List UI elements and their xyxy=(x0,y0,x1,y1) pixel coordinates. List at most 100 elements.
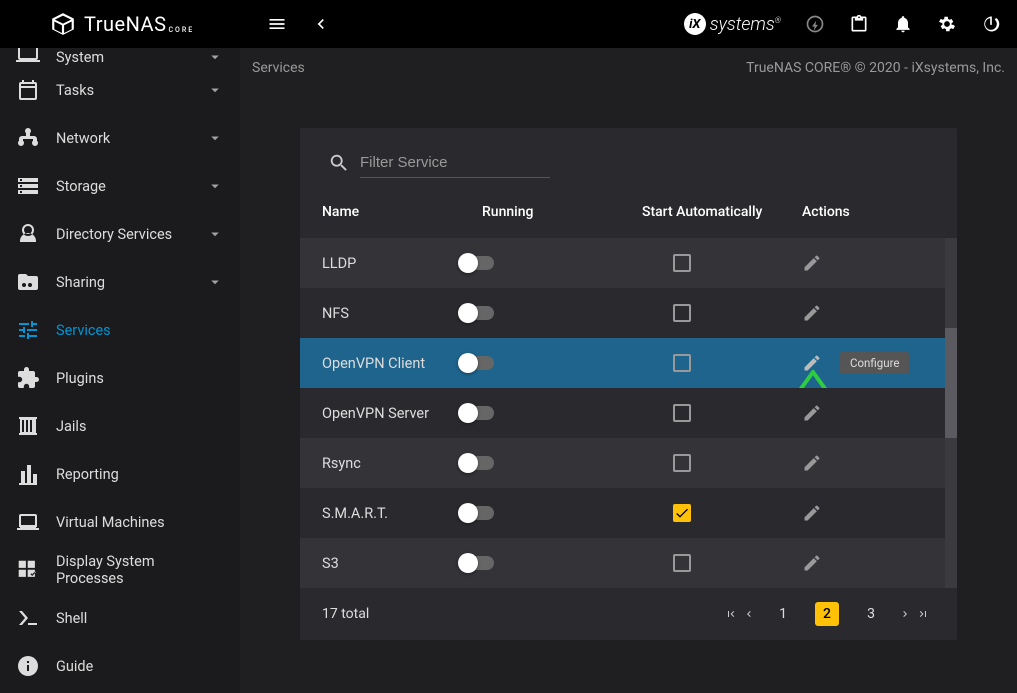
chart-icon xyxy=(16,462,40,486)
chevron-down-icon xyxy=(206,225,224,243)
edit-icon[interactable] xyxy=(802,403,822,423)
sidebar-item-label: Guide xyxy=(56,658,224,675)
table-row[interactable]: OpenVPN Client Configure xyxy=(300,338,957,388)
running-toggle[interactable] xyxy=(460,456,494,470)
network-icon xyxy=(16,126,40,150)
sidebar-item-label: Services xyxy=(56,322,224,339)
running-toggle[interactable] xyxy=(460,406,494,420)
page-title: Services xyxy=(252,60,305,76)
table-row[interactable]: S3 xyxy=(300,538,957,588)
edit-icon[interactable] xyxy=(802,453,822,473)
pager-first-icon[interactable] xyxy=(725,608,737,620)
table-row[interactable]: NFS xyxy=(300,288,957,338)
header-actions: Actions xyxy=(780,204,957,220)
pager-prev-icon[interactable] xyxy=(743,608,755,620)
autostart-checkbox[interactable] xyxy=(673,504,691,522)
running-toggle[interactable] xyxy=(460,306,494,320)
running-toggle[interactable] xyxy=(460,506,494,520)
logo: TrueNAS CORE xyxy=(0,11,240,37)
autostart-checkbox[interactable] xyxy=(673,554,691,572)
status-icon[interactable] xyxy=(805,14,825,34)
tune-icon xyxy=(16,318,40,342)
ixsystems-logo[interactable]: iXsystems® xyxy=(684,13,781,35)
shell-icon xyxy=(16,606,40,630)
topbar: TrueNAS CORE iXsystems® xyxy=(0,0,1017,48)
sidebar-item-label: Directory Services xyxy=(56,226,206,243)
running-toggle[interactable] xyxy=(460,256,494,270)
table-row[interactable]: S.M.A.R.T. xyxy=(300,488,957,538)
pager: 17 total 123 xyxy=(300,588,957,640)
sidebar-item-label: Storage xyxy=(56,178,206,195)
sidebar-item-label: Sharing xyxy=(56,274,206,291)
table-body: LLDP NFS OpenVPN Client xyxy=(300,238,957,588)
sidebar-item-jails[interactable]: Jails xyxy=(0,402,240,450)
table-row[interactable]: Rsync xyxy=(300,438,957,488)
computer-icon xyxy=(16,48,40,66)
sidebar-item-network[interactable]: Network xyxy=(0,114,240,162)
sidebar-item-storage[interactable]: Storage xyxy=(0,162,240,210)
pager-total: 17 total xyxy=(322,606,369,622)
calendar-icon xyxy=(16,78,40,102)
directory-icon xyxy=(16,222,40,246)
pager-next-icon[interactable] xyxy=(899,608,911,620)
sidebar-item-sharing[interactable]: Sharing xyxy=(0,258,240,306)
logo-icon xyxy=(50,11,76,37)
sidebar-item-label: System xyxy=(56,49,206,66)
autostart-checkbox[interactable] xyxy=(673,354,691,372)
logo-text: TrueNAS xyxy=(84,12,166,36)
autostart-checkbox[interactable] xyxy=(673,454,691,472)
service-name: OpenVPN Server xyxy=(300,405,460,422)
edit-icon[interactable] xyxy=(802,303,822,323)
sidebar-item-directory-services[interactable]: Directory Services xyxy=(0,210,240,258)
sidebar-item-reporting[interactable]: Reporting xyxy=(0,450,240,498)
service-name: LLDP xyxy=(300,255,460,272)
table-row[interactable]: LLDP xyxy=(300,238,957,288)
pager-last-icon[interactable] xyxy=(917,608,929,620)
edit-icon[interactable] xyxy=(802,253,822,273)
configure-tooltip: Configure xyxy=(840,352,909,374)
service-name: OpenVPN Client xyxy=(300,355,460,372)
sidebar-item-label: Shell xyxy=(56,610,224,627)
sidebar-item-guide[interactable]: Guide xyxy=(0,642,240,690)
storage-icon xyxy=(16,174,40,198)
back-icon[interactable] xyxy=(311,14,331,34)
share-icon xyxy=(16,270,40,294)
clipboard-icon[interactable] xyxy=(849,14,869,34)
pager-page-3[interactable]: 3 xyxy=(859,602,883,626)
scrollbar-thumb[interactable] xyxy=(945,328,957,438)
running-toggle[interactable] xyxy=(460,556,494,570)
notifications-icon[interactable] xyxy=(893,14,913,34)
autostart-checkbox[interactable] xyxy=(673,404,691,422)
content: Services TrueNAS CORE® © 2020 - iXsystem… xyxy=(240,48,1017,693)
services-card: Name Running Start Automatically Actions… xyxy=(300,128,957,640)
edit-icon[interactable] xyxy=(802,503,822,523)
sidebar: System Tasks Network Storage Directory S… xyxy=(0,48,240,693)
autostart-checkbox[interactable] xyxy=(673,254,691,272)
filter-input[interactable] xyxy=(360,148,550,178)
running-toggle[interactable] xyxy=(460,356,494,370)
menu-toggle-icon[interactable] xyxy=(267,14,287,34)
scrollbar[interactable] xyxy=(945,238,957,588)
sidebar-item-system[interactable]: System xyxy=(0,48,240,66)
settings-icon[interactable] xyxy=(937,14,957,34)
sidebar-item-virtual-machines[interactable]: Virtual Machines xyxy=(0,498,240,546)
pager-page-2[interactable]: 2 xyxy=(815,602,839,626)
sidebar-item-plugins[interactable]: Plugins xyxy=(0,354,240,402)
pager-page-1[interactable]: 1 xyxy=(771,602,795,626)
table-row[interactable]: OpenVPN Server xyxy=(300,388,957,438)
info-icon xyxy=(16,654,40,678)
sidebar-item-shell[interactable]: Shell xyxy=(0,594,240,642)
edit-icon[interactable] xyxy=(802,553,822,573)
sidebar-item-tasks[interactable]: Tasks xyxy=(0,66,240,114)
copyright: TrueNAS CORE® © 2020 - iXsystems, Inc. xyxy=(746,60,1005,76)
sidebar-item-display-system-processes[interactable]: Display System Processes xyxy=(0,546,240,594)
chevron-down-icon xyxy=(206,177,224,195)
power-icon[interactable] xyxy=(981,14,1001,34)
chevron-down-icon xyxy=(206,129,224,147)
edit-icon[interactable] xyxy=(802,353,822,373)
service-name: S.M.A.R.T. xyxy=(300,505,460,522)
breadcrumb: Services TrueNAS CORE® © 2020 - iXsystem… xyxy=(240,48,1017,88)
puzzle-icon xyxy=(16,366,40,390)
autostart-checkbox[interactable] xyxy=(673,304,691,322)
sidebar-item-services[interactable]: Services xyxy=(0,306,240,354)
